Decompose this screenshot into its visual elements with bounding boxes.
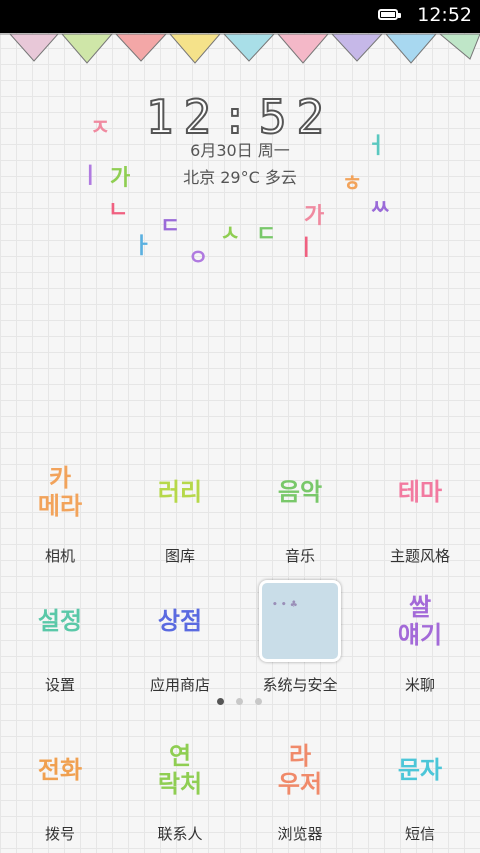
page-dot[interactable]	[255, 698, 262, 705]
app-label: 主题风格	[389, 547, 450, 565]
app-label: 联系人	[157, 825, 203, 843]
decoration-glyph: ㅣ	[80, 164, 101, 189]
phone-icon: 전화	[37, 756, 83, 784]
camera-icon: 카 메라	[37, 464, 83, 520]
dock-dialer[interactable]: 전화 拨号	[0, 725, 120, 845]
app-label: 拨号	[44, 825, 75, 843]
decoration-glyph: ㄷ	[256, 222, 277, 247]
decoration-glyph: ㅣ	[296, 236, 317, 261]
page-dot[interactable]	[236, 698, 243, 705]
app-settings[interactable]: 설정 设置	[0, 576, 120, 696]
chat-icon: 쌀 얘기	[397, 593, 443, 649]
app-label: 相机	[44, 547, 75, 565]
decoration-glyph: ㄴ	[108, 198, 129, 223]
app-label: 设置	[44, 676, 75, 694]
app-label: 图库	[164, 547, 195, 565]
dock-browser[interactable]: 라 우저 浏览器	[240, 725, 360, 845]
status-time: 12:52	[417, 4, 472, 26]
page-dot-active[interactable]	[217, 698, 224, 705]
settings-icon: 설정	[37, 607, 83, 635]
status-bar: 12:52	[0, 0, 480, 33]
folder-icon: • • ♣	[255, 576, 345, 666]
app-label: 短信	[404, 825, 435, 843]
battery-full-icon	[378, 9, 401, 20]
decoration-glyph: ㅓ	[366, 134, 387, 159]
theme-icon: 테마	[397, 478, 443, 506]
decoration-glyph: ㅆ	[370, 196, 391, 221]
decoration-glyph: ㅇ	[188, 246, 209, 271]
dock-contacts[interactable]: 연 락처 联系人	[120, 725, 240, 845]
dock-messages[interactable]: 문자 短信	[360, 725, 480, 845]
browser-icon: 라 우저	[277, 742, 323, 798]
contacts-icon: 연 락처	[157, 742, 203, 798]
app-gallery[interactable]: 러리 图库	[120, 447, 240, 567]
app-folder-system-security[interactable]: • • ♣ 系统与安全	[240, 576, 360, 696]
decoration-glyph: ㅎ	[342, 172, 363, 197]
app-music[interactable]: 음악 音乐	[240, 447, 360, 567]
message-icon: 문자	[397, 756, 443, 784]
decoration-glyph: ㄷ	[160, 214, 181, 239]
clock-widget[interactable]: 12:52 6月30日 周一 北京 29°C 多云 ㅈ ㅣ 가 ㄴ ㅏ ㄷ ㅇ …	[60, 80, 420, 271]
decoration-glyph: ㅈ	[90, 116, 111, 141]
app-label: 浏览器	[277, 825, 323, 843]
app-themes[interactable]: 테마 主题风格	[360, 447, 480, 567]
decoration-glyph: ㅅ	[220, 222, 241, 247]
folder-preview: • • ♣	[259, 580, 341, 662]
gallery-icon: 러리	[157, 478, 203, 506]
folder-mini-icons: • • ♣	[272, 600, 298, 610]
app-label: 应用商店	[149, 676, 210, 694]
decoration-glyph: 가	[110, 166, 131, 191]
app-label: 米聊	[404, 676, 435, 694]
music-icon: 음악	[277, 478, 323, 506]
decoration-glyph: 가	[304, 204, 325, 229]
app-label: 系统与安全	[262, 676, 338, 694]
bunting-decoration	[0, 33, 480, 64]
app-miliao[interactable]: 쌀 얘기 米聊	[360, 576, 480, 696]
decoration-glyph: ㅏ	[132, 234, 153, 259]
app-label: 音乐	[284, 547, 315, 565]
page-indicator[interactable]	[0, 698, 480, 710]
app-store[interactable]: 상점 应用商店	[120, 576, 240, 696]
store-icon: 상점	[157, 607, 203, 635]
app-camera[interactable]: 카 메라 相机	[0, 447, 120, 567]
